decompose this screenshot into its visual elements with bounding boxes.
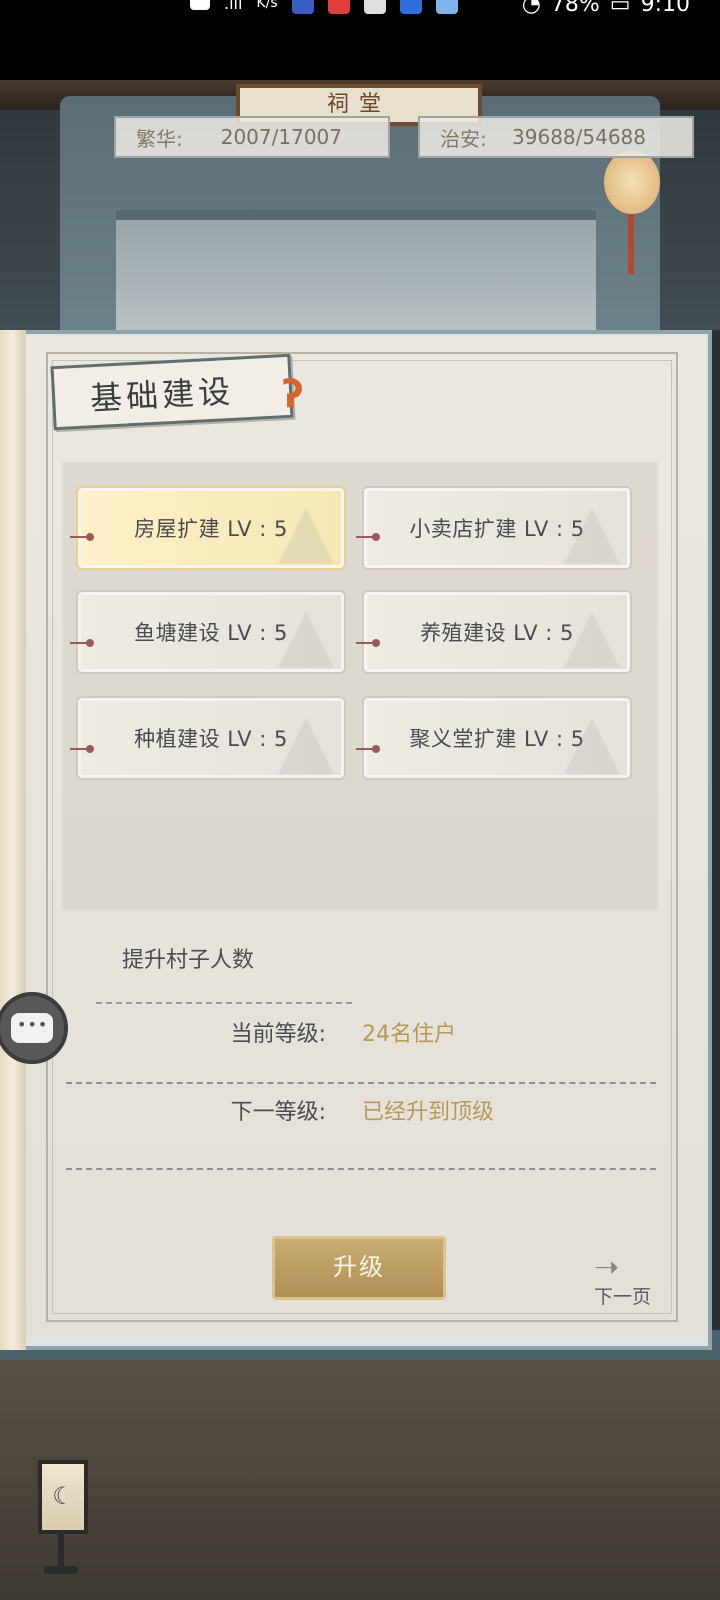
mountain-decor-icon [278, 612, 334, 668]
app-notification-icon [435, 0, 458, 14]
option-label: 种植建设 LV : 5 [134, 727, 288, 751]
current-level-label: 当前等级: [230, 1022, 326, 1047]
divider [66, 1168, 656, 1170]
pin-icon [356, 639, 380, 647]
mountain-decor-icon [564, 718, 620, 774]
battery-percent: 78% [550, 0, 600, 17]
option-fishpond[interactable]: 鱼塘建设 LV : 5 [76, 590, 346, 674]
section-title: 基础建设 [89, 372, 236, 418]
divider [96, 1002, 352, 1004]
security-value: 39688/54688 [512, 125, 646, 149]
option-planting[interactable]: 种植建设 LV : 5 [76, 696, 346, 780]
arrow-right-icon: ➝ [594, 1250, 620, 1285]
pin-icon [356, 745, 380, 753]
pin-icon [70, 745, 94, 753]
security-stat: 治安: 39688/54688 [418, 116, 694, 158]
lamp-post [58, 1530, 64, 1570]
hanging-scroll [116, 210, 596, 330]
security-label: 治安: [440, 126, 487, 151]
next-page-button[interactable]: ➝ 下一页 [588, 1250, 658, 1310]
next-level-value: 已经升到顶级 [362, 1100, 495, 1125]
option-label: 房屋扩建 LV : 5 [134, 517, 288, 541]
option-shop-expansion[interactable]: 小卖店扩建 LV : 5 [362, 486, 632, 570]
option-label: 鱼塘建设 LV : 5 [134, 621, 288, 645]
prosperity-value: 2007/17007 [220, 125, 342, 149]
prosperity-label: 繁华: [136, 126, 183, 151]
network-speed: K/s [256, 0, 278, 11]
alarm-icon: ◔ [521, 0, 541, 17]
signal-icon: .ıll [224, 0, 243, 13]
mountain-decor-icon [564, 612, 620, 668]
pin-icon [70, 639, 94, 647]
current-level-value: 24名住户 [362, 1022, 456, 1047]
pin-icon [356, 533, 380, 541]
battery-icon: ▭ [609, 0, 631, 17]
message-icon [190, 0, 210, 10]
chat-icon [11, 1013, 53, 1043]
mountain-decor-icon [278, 718, 334, 774]
option-livestock[interactable]: 养殖建设 LV : 5 [362, 590, 632, 674]
option-description: 提升村子人数 [122, 948, 255, 973]
tag-knot-icon: ʔ [282, 372, 304, 416]
lantern-tassel [628, 214, 634, 274]
floor-lamp-icon: ☾ [38, 1460, 88, 1534]
mountain-decor-icon [278, 508, 334, 564]
next-level-row: 下一等级: 已经升到顶级 [66, 1088, 656, 1128]
current-level-row: 当前等级: 24名住户 [66, 1010, 656, 1050]
next-page-label: 下一页 [594, 1286, 652, 1308]
status-left-icons: .ıll K/s [190, 0, 458, 14]
upgrade-button[interactable]: 升级 [272, 1236, 446, 1300]
divider [66, 1082, 656, 1084]
app-notification-icon [399, 0, 422, 14]
lamp-base [44, 1566, 78, 1574]
option-label: 养殖建设 LV : 5 [420, 621, 574, 645]
option-house-expansion[interactable]: 房屋扩建 LV : 5 [76, 486, 346, 570]
option-hall-expansion[interactable]: 聚义堂扩建 LV : 5 [362, 696, 632, 780]
app-notification-icon [291, 0, 314, 14]
status-right-icons: ◔ 78% ▭ 9:10 [522, 0, 690, 17]
app-notification-icon [363, 0, 386, 14]
mountain-decor-icon [564, 508, 620, 564]
next-level-label: 下一等级: [230, 1100, 326, 1125]
status-bar: .ıll K/s ◔ 78% ▭ 9:10 [0, 0, 720, 80]
app-notification-icon [327, 0, 350, 14]
option-label: 小卖店扩建 LV : 5 [409, 517, 585, 541]
lantern-icon [604, 150, 660, 214]
clock: 9:10 [640, 0, 690, 17]
floor [0, 1330, 720, 1600]
prosperity-stat: 繁华: 2007/17007 [114, 116, 390, 158]
book-spine [0, 330, 26, 1350]
pin-icon [70, 533, 94, 541]
option-label: 聚义堂扩建 LV : 5 [409, 727, 585, 751]
